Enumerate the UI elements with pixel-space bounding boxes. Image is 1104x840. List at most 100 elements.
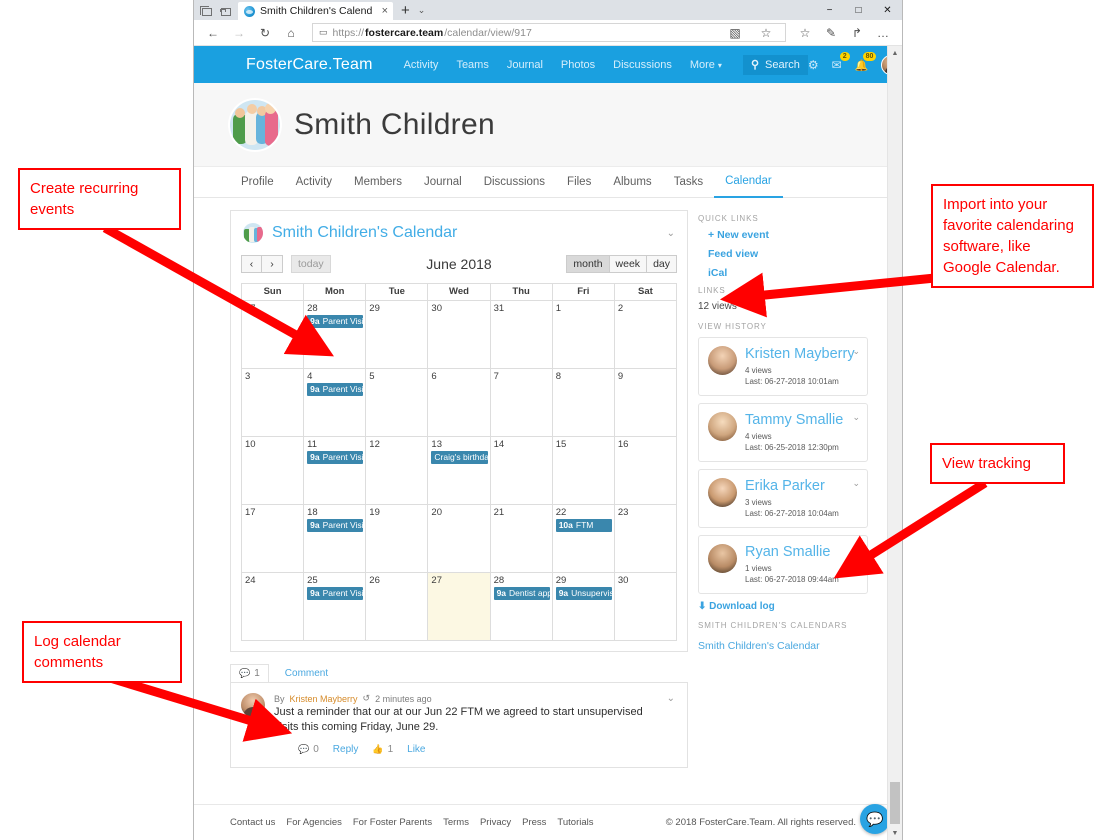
- viewer-options-chevron-icon[interactable]: ⌄: [852, 346, 860, 357]
- calendar-event[interactable]: 9aParent Visits: [307, 587, 364, 600]
- calendar-event[interactable]: 9aUnsupervised: [555, 587, 612, 600]
- calendar-day-cell[interactable]: 289aParent Visits: [303, 300, 367, 369]
- next-month-button[interactable]: ›: [262, 255, 283, 273]
- viewer-options-chevron-icon[interactable]: ⌄: [852, 478, 860, 489]
- calendar-day-cell[interactable]: 10: [240, 436, 305, 505]
- calendar-options-chevron-icon[interactable]: ⌄: [667, 228, 675, 239]
- viewer-options-chevron-icon[interactable]: ⌄: [852, 544, 860, 555]
- prev-month-button[interactable]: ‹: [241, 255, 262, 273]
- viewer-name[interactable]: Ryan Smallie: [745, 544, 839, 560]
- viewer-name[interactable]: Kristen Mayberry: [745, 346, 855, 362]
- favorite-star-icon[interactable]: ☆: [753, 22, 779, 44]
- share-icon[interactable]: ↱: [844, 22, 870, 44]
- calendar-event[interactable]: 9aDentist appoi: [493, 587, 550, 600]
- new-tab-icon[interactable]: +: [393, 3, 418, 20]
- tab-members[interactable]: Members: [343, 167, 413, 198]
- search-input[interactable]: ⚲ Search: [742, 54, 808, 75]
- tab-journal[interactable]: Journal: [413, 167, 473, 198]
- footer-for-foster-parents[interactable]: For Foster Parents: [353, 817, 432, 828]
- calendar-day-cell[interactable]: 5: [365, 368, 429, 437]
- calendar-day-cell[interactable]: 8: [551, 368, 615, 437]
- comments-count-tab[interactable]: 💬 1: [230, 664, 269, 682]
- smith-childrens-calendar-link[interactable]: Smith Children's Calendar: [698, 640, 820, 652]
- calendar-day-cell[interactable]: 7: [489, 368, 553, 437]
- comment-author-avatar[interactable]: [241, 693, 265, 717]
- profile-avatar[interactable]: [230, 99, 280, 150]
- calendar-day-cell[interactable]: 21: [489, 504, 553, 573]
- footer-privacy[interactable]: Privacy: [480, 817, 511, 828]
- scrollbar-thumb[interactable]: [890, 782, 900, 824]
- home-icon[interactable]: ⌂: [278, 22, 304, 44]
- calendar-day-cell[interactable]: 19: [365, 504, 429, 573]
- tab-preview-icon[interactable]: [200, 6, 213, 17]
- web-notes-icon[interactable]: ✎: [818, 22, 844, 44]
- favorites-hub-icon[interactable]: ☆: [792, 22, 818, 44]
- tab-calendar[interactable]: Calendar: [714, 167, 783, 198]
- calendar-event[interactable]: 9aParent Visits: [307, 451, 364, 464]
- mail-icon[interactable]: ✉ 2: [832, 51, 850, 72]
- set-aside-tabs-icon[interactable]: [219, 6, 232, 17]
- window-minimize-button[interactable]: −: [815, 0, 844, 20]
- window-maximize-button[interactable]: □: [844, 0, 873, 20]
- scroll-up-arrow-icon[interactable]: ▲: [888, 46, 902, 60]
- nav-item-teams[interactable]: Teams: [447, 59, 497, 71]
- tab-discussions[interactable]: Discussions: [473, 167, 556, 198]
- footer-for-agencies[interactable]: For Agencies: [286, 817, 341, 828]
- calendar-event[interactable]: 9aParent Visits: [307, 383, 364, 396]
- calendar-day-cell[interactable]: 27: [427, 572, 491, 641]
- tab-profile[interactable]: Profile: [230, 167, 285, 198]
- calendar-day-cell[interactable]: 15: [551, 436, 615, 505]
- calendar-day-cell[interactable]: 31: [489, 300, 553, 369]
- calendar-day-cell[interactable]: 2: [613, 300, 678, 369]
- calendar-day-cell[interactable]: 13 Craig's birthday: [427, 436, 491, 505]
- feed-view-link[interactable]: Feed view: [708, 248, 868, 260]
- browser-tab[interactable]: Smith Children's Calend ×: [238, 2, 393, 20]
- window-close-button[interactable]: ✕: [873, 0, 902, 20]
- footer-contact-us[interactable]: Contact us: [230, 817, 275, 828]
- view-history-card[interactable]: Tammy Smallie 4 views Last: 06-25-2018 12:…: [698, 403, 868, 462]
- calendar-day-cell[interactable]: 30: [613, 572, 678, 641]
- calendar-day-cell[interactable]: 27: [240, 300, 305, 369]
- calendar-event[interactable]: Craig's birthday: [431, 451, 488, 464]
- calendar-day-cell[interactable]: 29: [365, 300, 429, 369]
- tab-files[interactable]: Files: [556, 167, 602, 198]
- calendar-event[interactable]: 10a FTM: [555, 519, 612, 532]
- today-button[interactable]: today: [291, 255, 331, 273]
- viewer-name[interactable]: Erika Parker: [745, 478, 839, 494]
- gear-icon[interactable]: ⚙: [808, 58, 819, 72]
- reading-view-icon[interactable]: ▧: [722, 22, 748, 44]
- add-comment-tab[interactable]: Comment: [276, 665, 337, 682]
- tab-close-icon[interactable]: ×: [382, 5, 388, 17]
- page-scrollbar[interactable]: ▲ ▼: [887, 46, 902, 840]
- calendar-day-cell[interactable]: 30: [427, 300, 491, 369]
- calendar-day-cell[interactable]: 12: [365, 436, 429, 505]
- view-history-card[interactable]: Ryan Smallie 1 views Last: 06-27-2018 09:4…: [698, 535, 868, 594]
- view-history-card[interactable]: Erika Parker 3 views Last: 06-27-2018 10:0…: [698, 469, 868, 528]
- nav-item-more[interactable]: More ▾: [681, 59, 731, 71]
- calendar-day-cell[interactable]: 9: [613, 368, 678, 437]
- footer-tutorials[interactable]: Tutorials: [557, 817, 593, 828]
- calendar-day-cell[interactable]: 23: [613, 504, 678, 573]
- more-settings-icon[interactable]: …: [870, 22, 896, 44]
- site-brand[interactable]: FosterCare.Team: [246, 56, 373, 74]
- refresh-icon[interactable]: ↻: [252, 22, 278, 44]
- calendar-event[interactable]: 9aParent Visits: [307, 519, 364, 532]
- calendar-day-cell[interactable]: 16: [613, 436, 678, 505]
- view-history-card[interactable]: Kristen Mayberry 4 views Last: 06-27-2018 …: [698, 337, 868, 396]
- calendar-day-cell[interactable]: 26: [365, 572, 429, 641]
- nav-item-activity[interactable]: Activity: [395, 59, 448, 71]
- calendar-day-cell[interactable]: 20: [427, 504, 491, 573]
- reply-button[interactable]: Reply: [333, 744, 359, 755]
- calendar-event[interactable]: 9aParent Visits: [307, 315, 364, 328]
- scroll-down-arrow-icon[interactable]: ▼: [888, 826, 902, 840]
- viewer-options-chevron-icon[interactable]: ⌄: [852, 412, 860, 423]
- viewer-name[interactable]: Tammy Smallie: [745, 412, 843, 428]
- back-icon[interactable]: ←: [200, 22, 226, 44]
- nav-item-discussions[interactable]: Discussions: [604, 59, 681, 71]
- view-month-button[interactable]: month: [566, 255, 610, 273]
- bell-icon[interactable]: 🔔 80: [855, 51, 877, 72]
- calendar-title[interactable]: Smith Children's Calendar: [272, 224, 457, 242]
- calendar-day-cell[interactable]: 289aDentist appoi: [489, 572, 553, 641]
- comment-options-chevron-icon[interactable]: ⌄: [667, 693, 675, 704]
- footer-terms[interactable]: Terms: [443, 817, 469, 828]
